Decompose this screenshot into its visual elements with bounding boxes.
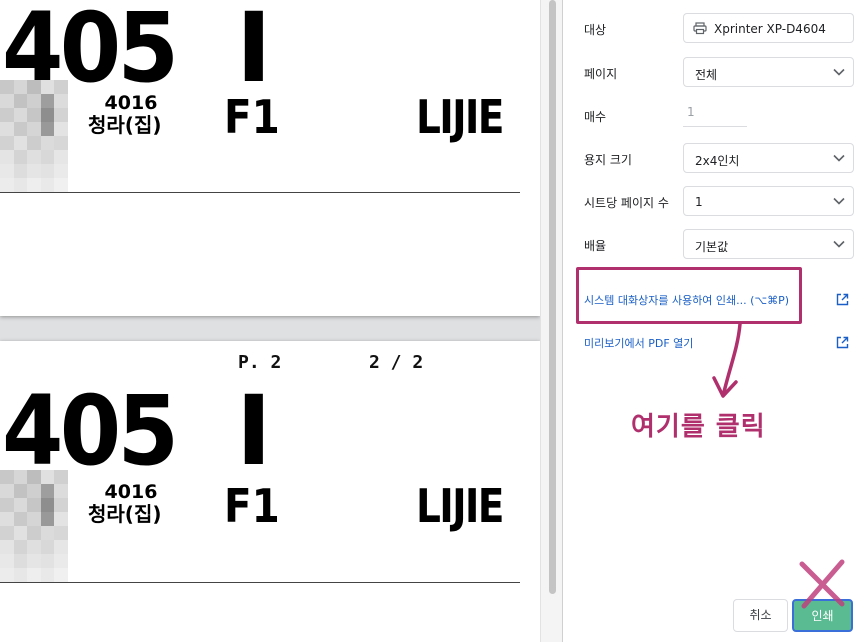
label-name: 청라(집) (88, 502, 162, 526)
open-pdf-preview-link[interactable]: 미리보기에서 PDF 열기 (584, 335, 693, 351)
label-big-letter: I (236, 375, 272, 487)
preview-page-2: P. 2 2 / 2 405 I 4016 청라(집) F1 LIJIE (0, 341, 540, 642)
destination-select[interactable]: Xprinter XP-D4604 (683, 13, 854, 43)
page-count: 2 / 2 (369, 352, 424, 373)
pages-per-sheet-label: 시트당 페이지 수 (584, 196, 669, 210)
pages-label: 페이지 (584, 67, 618, 81)
annotation-highlight-box (576, 267, 802, 324)
label-name: 청라(집) (88, 113, 162, 137)
destination-label: 대상 (584, 23, 607, 37)
paper-size-select[interactable]: 2x4인치 (683, 143, 854, 173)
label-brand: LIJIE (416, 479, 504, 533)
scale-select[interactable]: 기본값 (683, 229, 854, 259)
label-floor: F1 (224, 479, 280, 533)
chevron-down-icon (833, 68, 845, 76)
pages-per-sheet-select[interactable]: 1 (683, 186, 854, 216)
open-external-icon[interactable] (836, 293, 849, 306)
cancel-button[interactable]: 취소 (733, 599, 788, 632)
destination-value: Xprinter XP-D4604 (714, 22, 826, 36)
paper-size-label: 용지 크기 (584, 153, 632, 167)
pages-per-sheet-value: 1 (695, 195, 703, 209)
copies-value: 1 (687, 105, 695, 119)
preview-scrollbar[interactable] (540, 0, 562, 642)
pages-select[interactable]: 전체 (683, 57, 854, 87)
pages-value: 전체 (695, 68, 718, 82)
label-big-letter: I (236, 0, 272, 104)
label-code: 4016 (104, 92, 158, 114)
label-divider (0, 582, 520, 583)
label-big-number: 405 (2, 375, 179, 487)
annotation-text: 여기를 클릭 (631, 412, 766, 442)
annotation-cross-icon (799, 559, 845, 609)
barcode-image (0, 80, 68, 192)
chevron-down-icon (833, 197, 845, 205)
print-preview-area: 405 I 4016 청라(집) F1 LIJIE P. 2 2 / 2 405… (0, 0, 562, 642)
scale-value: 기본값 (695, 240, 729, 254)
label-floor: F1 (224, 90, 280, 144)
printer-icon (693, 22, 707, 35)
annotation-arrow-icon (712, 322, 742, 398)
barcode-image (0, 470, 68, 582)
page-label: P. 2 (238, 352, 282, 373)
copies-input[interactable]: 1 (683, 97, 747, 127)
scrollbar-thumb[interactable] (549, 0, 556, 594)
chevron-down-icon (833, 154, 845, 162)
open-external-icon[interactable] (836, 336, 849, 349)
label-divider (0, 192, 520, 193)
label-code: 4016 (104, 481, 158, 503)
preview-page-1: 405 I 4016 청라(집) F1 LIJIE (0, 0, 540, 316)
scale-label: 배율 (584, 239, 607, 253)
paper-size-value: 2x4인치 (695, 154, 740, 168)
label-brand: LIJIE (416, 90, 504, 144)
chevron-down-icon (833, 240, 845, 248)
copies-label: 매수 (584, 110, 607, 124)
